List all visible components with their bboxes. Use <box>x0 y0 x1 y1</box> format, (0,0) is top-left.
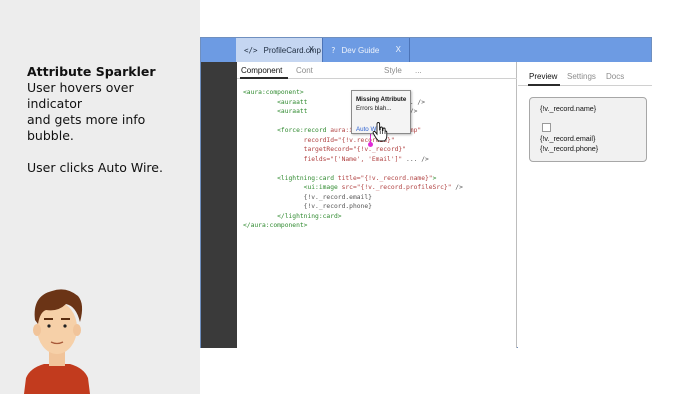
app-window: </> ProfileCard.cmp X ? Dev Guide X Comp… <box>200 37 652 348</box>
preview-name: {!v._record.name} <box>540 104 597 113</box>
tab-component[interactable]: Component <box>241 66 282 75</box>
code-token: <auraatt <box>243 98 308 106</box>
code-line: <lightning:card title="{!v._record.name}… <box>243 174 463 184</box>
code-token: title="{!v._record.name}" <box>334 174 433 182</box>
preview-card: {!v._record.name} {!v._record.email} {!v… <box>529 97 647 162</box>
code-token: </lightning:card> <box>243 212 342 220</box>
tab-settings[interactable]: Settings <box>567 72 596 81</box>
code-token: fields="['Name', 'Email']" <box>243 155 403 163</box>
tab-bar: </> ProfileCard.cmp X ? Dev Guide X <box>201 38 651 62</box>
code-token: /> <box>451 184 463 191</box>
avatar <box>24 289 90 394</box>
preview-email: {!v._record.email} <box>540 134 596 143</box>
help-icon: ? <box>331 45 336 55</box>
caption-panel: Attribute Sparkler User hovers over indi… <box>0 0 200 394</box>
code-token: {!v._record.email} <box>243 193 372 201</box>
bubble-title: Missing Attribute <box>356 96 407 103</box>
code-line: {!v._record.email} <box>243 193 463 203</box>
attribute-sparkler-indicator[interactable] <box>368 142 373 147</box>
code-editor[interactable]: Component Cont Style ... <aura:component… <box>237 62 517 348</box>
editor-tabs: Component Cont Style ... <box>237 62 517 79</box>
code-token: <force:record <box>243 127 327 134</box>
code-line: recordId="{!v.recordId}" <box>243 136 463 146</box>
preview-phone: {!v._record.phone} <box>540 144 599 153</box>
hand-cursor-icon <box>372 122 388 142</box>
caption-body: User hovers over indicator and gets more… <box>27 80 146 143</box>
code-token: > <box>432 174 437 182</box>
code-token: src="{!v._record.profileSrc}" <box>337 184 452 191</box>
preview-tabs: Preview Settings Docs <box>518 62 652 86</box>
caption: Attribute Sparkler User hovers over indi… <box>27 64 192 176</box>
code-token: ... /> <box>402 155 429 163</box>
active-tab-indicator <box>528 84 560 86</box>
broken-image-icon <box>542 123 551 132</box>
close-icon[interactable]: X <box>396 45 401 54</box>
tab-style[interactable]: Style <box>384 66 402 75</box>
tab-profilecard[interactable]: </> ProfileCard.cmp X <box>236 38 323 62</box>
code-token: <ui:image <box>243 184 338 191</box>
code-token: <aura:component> <box>243 89 304 96</box>
bubble-message: Errors blah... <box>356 105 392 112</box>
code-token: {!v._record.phone} <box>243 203 372 210</box>
tab-more[interactable]: ... <box>415 66 422 75</box>
code-line: </aura:component> <box>243 221 463 231</box>
code-token: <lightning:card <box>243 174 334 182</box>
preview-pane: Preview Settings Docs {!v._record.name} … <box>518 62 652 348</box>
code-line: {!v._record.phone} <box>243 202 463 212</box>
tab-docs[interactable]: Docs <box>606 72 624 81</box>
tab-dev-guide[interactable]: ? Dev Guide X <box>323 38 410 62</box>
caption-action: User clicks Auto Wire. <box>27 160 163 175</box>
code-line: fields="['Name', 'Email']" ... /> <box>243 155 463 165</box>
active-tab-indicator <box>240 77 288 79</box>
code-icon: </> <box>244 45 258 55</box>
code-token: targetRecord="{!v._record}" <box>243 146 407 153</box>
close-icon[interactable]: X <box>309 45 314 54</box>
code-line: </lightning:card> <box>243 212 463 222</box>
code-token: <auraatt <box>243 108 308 115</box>
caption-title: Attribute Sparkler <box>27 64 156 79</box>
code-line: targetRecord="{!v._record}" <box>243 145 463 155</box>
code-token: </aura:component> <box>243 222 308 229</box>
code-line: <ui:image src="{!v._record.profileSrc}" … <box>243 183 463 193</box>
tab-preview[interactable]: Preview <box>529 72 557 81</box>
tab-label: Dev Guide <box>341 45 380 55</box>
side-strip <box>201 62 237 348</box>
tab-controller[interactable]: Cont <box>296 66 313 75</box>
